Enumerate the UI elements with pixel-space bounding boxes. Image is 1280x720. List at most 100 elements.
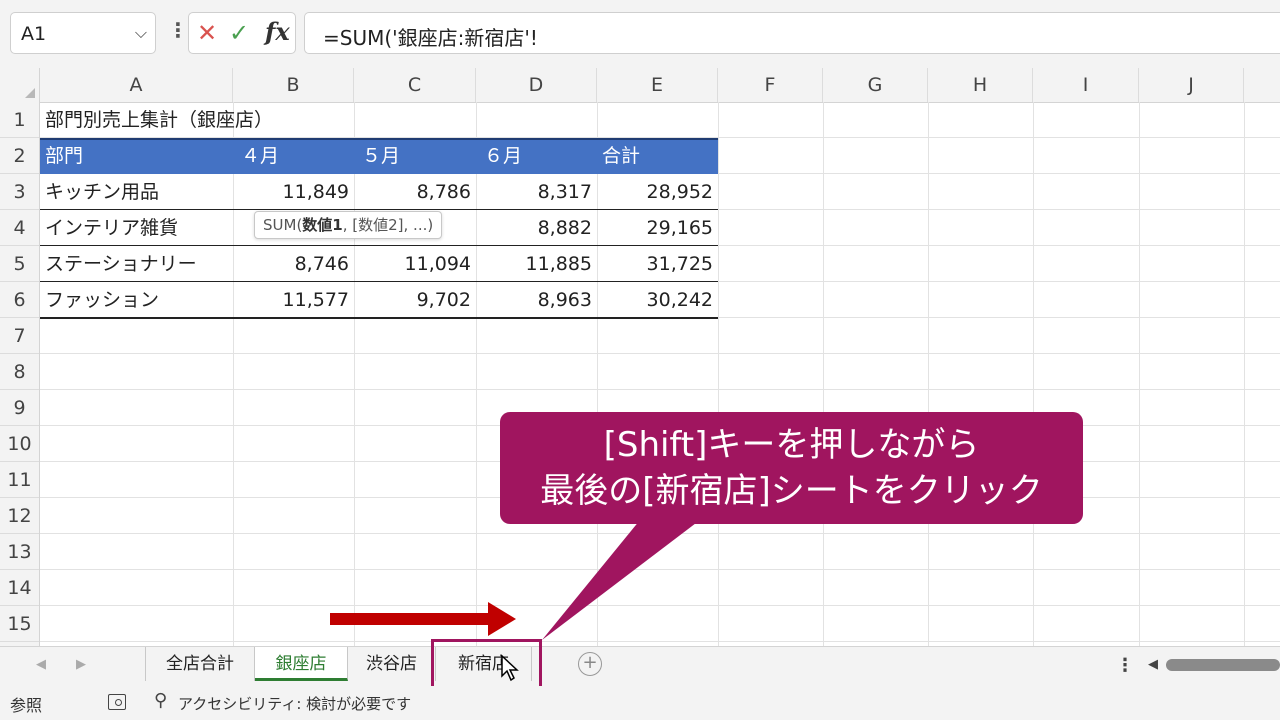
table-cell[interactable]: ファッション	[40, 282, 233, 318]
sheet-tab-ginza[interactable]: 銀座店	[255, 647, 348, 681]
table-cell[interactable]: 8,786	[354, 174, 476, 210]
tooltip-prefix: SUM(	[263, 216, 303, 234]
status-bar: 参照 ⚲ アクセシビリティ: 検討が必要です	[0, 686, 1280, 720]
row-header[interactable]: 10	[0, 426, 39, 462]
table-cell[interactable]: キッチン用品	[40, 174, 233, 210]
gridline	[823, 102, 824, 646]
add-sheet-icon[interactable]: +	[578, 652, 602, 676]
column-header-e[interactable]: E	[597, 68, 718, 102]
tooltip-rest: , [数値2], ...)	[342, 216, 434, 234]
chevron-down-icon[interactable]: ⌵	[135, 23, 147, 43]
row-header[interactable]: 11	[0, 462, 39, 498]
table-border	[40, 209, 718, 210]
row-header[interactable]: 13	[0, 534, 39, 570]
gridline	[1033, 102, 1034, 646]
scroll-left-icon[interactable]: ◀	[1148, 657, 1158, 672]
column-header-a[interactable]: A	[40, 68, 233, 102]
table-border	[40, 281, 718, 282]
header-cell[interactable]: 合計	[597, 138, 718, 174]
column-header-f[interactable]: F	[718, 68, 823, 102]
table-cell[interactable]: 11,094	[354, 246, 476, 282]
column-header-h[interactable]: H	[928, 68, 1033, 102]
table-cell[interactable]: 9,702	[354, 282, 476, 318]
gridline	[40, 641, 1280, 642]
table-cell[interactable]: 28,952	[597, 174, 718, 210]
column-header-g[interactable]: G	[823, 68, 928, 102]
table-cell[interactable]: 11,577	[233, 282, 354, 318]
more-options-icon[interactable]: ⋮	[1116, 655, 1134, 676]
instruction-callout: [Shift]キーを押しながら 最後の[新宿店]シートをクリック	[500, 412, 1083, 524]
name-box-value: A1	[21, 23, 47, 45]
gridline	[718, 102, 719, 646]
gridline	[1139, 102, 1140, 646]
macro-record-icon[interactable]	[108, 694, 126, 710]
callout-line-2: 最後の[新宿店]シートをクリック	[540, 471, 1043, 511]
column-header-i[interactable]: I	[1033, 68, 1139, 102]
table-cell[interactable]: 8,317	[476, 174, 597, 210]
table-cell[interactable]: 29,165	[597, 210, 718, 246]
row-header[interactable]: 1	[0, 102, 39, 138]
table-cell[interactable]: 8,963	[476, 282, 597, 318]
row-headers: 1 2 3 4 5 6 7 8 9 10 11 12 13 14 15	[0, 102, 40, 646]
formula-buttons: ✕ ✓ fx	[188, 12, 296, 54]
table-cell[interactable]: 11,849	[233, 174, 354, 210]
header-cell[interactable]: ５月	[354, 138, 476, 174]
row-header[interactable]: 14	[0, 570, 39, 606]
cancel-icon[interactable]: ✕	[197, 19, 217, 47]
table-cell[interactable]: 8,746	[233, 246, 354, 282]
tab-scroll-right-icon[interactable]: ▶	[76, 657, 86, 672]
cell-a1[interactable]: 部門別売上集計（銀座店）	[40, 102, 440, 138]
function-tooltip[interactable]: SUM(数値1, [数値2], ...)	[254, 211, 443, 239]
column-header-c[interactable]: C	[354, 68, 476, 102]
formula-bar: A1 ⌵ ⋮ ✕ ✓ fx =SUM('銀座店:新宿店'!	[0, 0, 1280, 68]
worksheet-grid[interactable]: A B C D E F G H I J 1 2 3 4 5 6 7 8 9 10…	[0, 68, 1280, 646]
gridline	[1244, 102, 1245, 646]
table-cell[interactable]: インテリア雑貨	[40, 210, 233, 246]
table-cell[interactable]: 30,242	[597, 282, 718, 318]
row-header[interactable]: 4	[0, 210, 39, 246]
row-header[interactable]: 2	[0, 138, 39, 174]
header-cell[interactable]: ６月	[476, 138, 597, 174]
table-cell[interactable]: 31,725	[597, 246, 718, 282]
row-header[interactable]: 3	[0, 174, 39, 210]
sheet-tab-shibuya[interactable]: 渋谷店	[348, 647, 436, 681]
formula-text: =SUM('銀座店:新宿店'!	[323, 26, 538, 50]
formula-input[interactable]: =SUM('銀座店:新宿店'!	[304, 12, 1280, 54]
row-header[interactable]: 9	[0, 390, 39, 426]
insert-function-icon[interactable]: fx	[265, 17, 290, 46]
more-options-icon[interactable]: ⋮	[168, 18, 188, 42]
sheet-tab-all-stores[interactable]: 全店合計	[145, 647, 255, 681]
tab-scroll-left-icon[interactable]: ◀	[36, 657, 46, 672]
row-header[interactable]: 6	[0, 282, 39, 318]
table-cell[interactable]: 11,885	[476, 246, 597, 282]
column-header-d[interactable]: D	[476, 68, 597, 102]
row-header[interactable]: 7	[0, 318, 39, 354]
callout-line-1: [Shift]キーを押しながら	[603, 425, 980, 465]
table-border	[40, 245, 718, 246]
table-border	[40, 317, 718, 319]
gridline	[928, 102, 929, 646]
row-header[interactable]: 15	[0, 606, 39, 642]
name-box[interactable]: A1 ⌵	[10, 12, 156, 54]
gridline	[40, 605, 1280, 606]
row-header[interactable]: 5	[0, 246, 39, 282]
header-cell[interactable]: 部門	[40, 138, 233, 174]
enter-icon[interactable]: ✓	[229, 19, 249, 47]
accessibility-icon[interactable]: ⚲	[154, 690, 167, 711]
table-cell[interactable]: ステーショナリー	[40, 246, 233, 282]
row-header[interactable]: 12	[0, 498, 39, 534]
column-header-b[interactable]: B	[233, 68, 354, 102]
table-cell[interactable]: 8,882	[476, 210, 597, 246]
gridline	[40, 353, 1280, 354]
header-cell[interactable]: ４月	[233, 138, 354, 174]
select-all-button[interactable]	[0, 68, 40, 102]
gridline	[40, 533, 1280, 534]
row-header[interactable]: 8	[0, 354, 39, 390]
tooltip-active-arg: 数値1	[302, 216, 343, 234]
column-headers: A B C D E F G H I J	[0, 68, 1280, 103]
horizontal-scrollbar[interactable]	[1166, 659, 1280, 671]
sheet-tab-bar: ◀ ▶ 全店合計 銀座店 渋谷店 新宿店 + ⋮ ◀	[0, 646, 1280, 686]
accessibility-status[interactable]: アクセシビリティ: 検討が必要です	[178, 693, 411, 714]
column-header-j[interactable]: J	[1139, 68, 1244, 102]
gridline	[40, 569, 1280, 570]
